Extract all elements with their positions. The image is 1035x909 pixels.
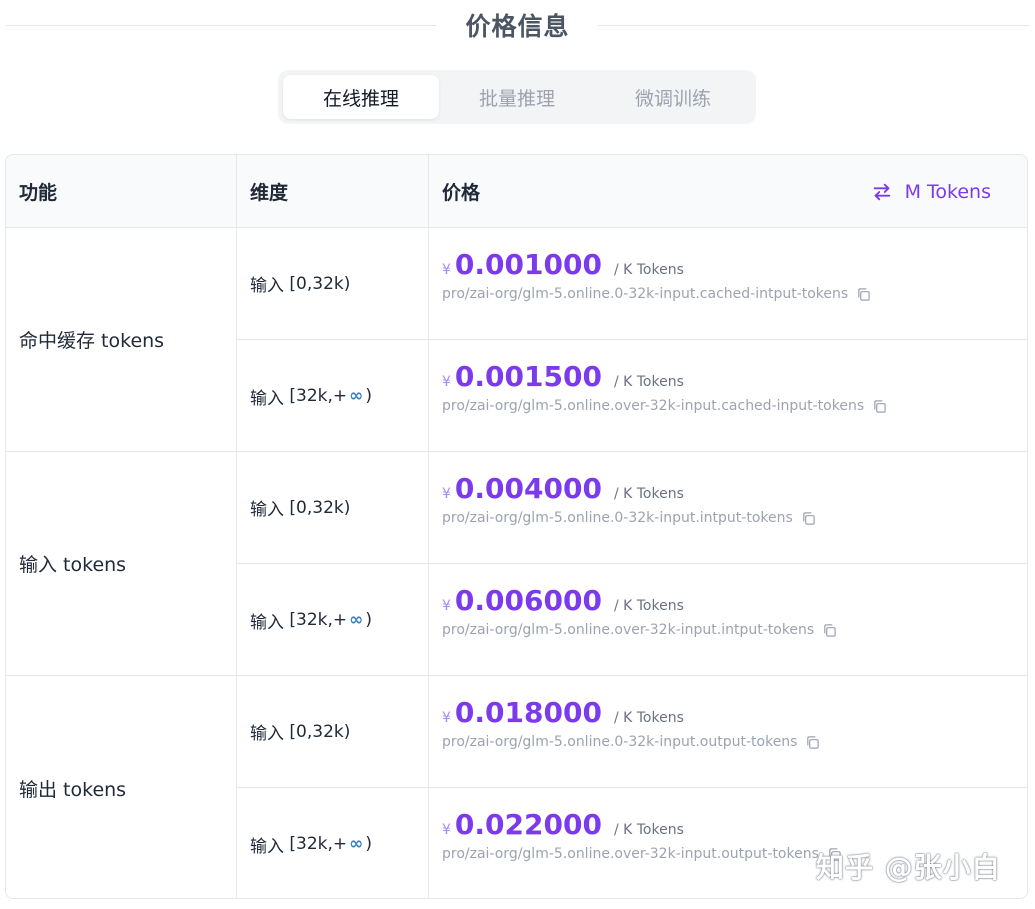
feature-cell: 输入 tokens [6, 452, 237, 675]
dimension-prefix: 输入 [250, 276, 284, 296]
tab-batch-inference[interactable]: 批量推理 [439, 75, 595, 119]
price-amount: 0.001500 [454, 360, 602, 393]
infinity-icon: ∞ [349, 386, 364, 406]
dimension-cell: 输入 [0,32k) [237, 452, 429, 563]
copy-icon[interactable] [856, 287, 871, 302]
currency-symbol: ¥ [442, 598, 451, 614]
header-dimension: 维度 [237, 155, 429, 228]
table-row-group-input: 输入 tokens 输入 [0,32k) ¥ 0.004000 / K Toke… [6, 452, 1027, 676]
infinity-icon: ∞ [349, 834, 364, 854]
copy-icon[interactable] [872, 399, 887, 414]
price-unit: / K Tokens [613, 822, 684, 838]
currency-symbol: ¥ [442, 710, 451, 726]
price-amount: 0.022000 [454, 808, 602, 841]
infinity-icon: ∞ [349, 610, 364, 630]
price-cell: ¥ 0.006000 / K Tokens pro/zai-org/glm-5.… [429, 564, 1027, 676]
pricing-table: 功能 维度 价格 M Tokens 命中缓存 tokens 输入 [0,32k) [5, 154, 1028, 899]
dimension-cell: 输入 [0,32k) [237, 228, 429, 339]
table-body: 命中缓存 tokens 输入 [0,32k) ¥ 0.001000 / K To… [6, 228, 1027, 898]
dimension-prefix: 输入 [250, 388, 284, 409]
copy-icon[interactable] [805, 735, 820, 750]
table-row: 输入 [0,32k) ¥ 0.001000 / K Tokens pro/zai… [237, 228, 1027, 340]
price-amount: 0.001000 [454, 248, 602, 281]
divider-left [6, 25, 436, 26]
currency-symbol: ¥ [442, 374, 451, 390]
currency-symbol: ¥ [442, 262, 451, 278]
tab-fine-tuning[interactable]: 微调训练 [595, 75, 751, 119]
copy-icon[interactable] [822, 623, 837, 638]
dimension-range: [0,32k) [289, 273, 351, 294]
unit-toggle-button[interactable]: M Tokens [871, 155, 991, 228]
header-price-label: 价格 [442, 182, 481, 204]
model-id: pro/zai-org/glm-5.online.0-32k-input.int… [442, 510, 793, 526]
model-id: pro/zai-org/glm-5.online.over-32k-input.… [442, 846, 819, 862]
dimension-prefix: 输入 [250, 724, 284, 744]
dimension-cell: 输入 [32k,+ ∞) [237, 564, 429, 676]
price-cell: ¥ 0.018000 / K Tokens pro/zai-org/glm-5.… [429, 676, 1027, 787]
model-id: pro/zai-org/glm-5.online.0-32k-input.out… [442, 734, 798, 750]
currency-symbol: ¥ [442, 486, 451, 502]
price-unit: / K Tokens [613, 374, 684, 390]
price-unit: / K Tokens [613, 598, 684, 614]
pricing-page: 价格信息 在线推理 批量推理 微调训练 功能 维度 价格 M Tokens 命中… [0, 0, 1035, 909]
dimension-cell: 输入 [32k,+ ∞) [237, 788, 429, 898]
section-title: 价格信息 [465, 12, 570, 41]
tab-online-inference[interactable]: 在线推理 [283, 75, 439, 119]
divider-right [598, 25, 1030, 26]
watermark: 知乎 @张小白 [816, 851, 1001, 884]
dimension-cell: 输入 [0,32k) [237, 676, 429, 787]
section-header: 价格信息 [0, 0, 1035, 52]
model-id: pro/zai-org/glm-5.online.over-32k-input.… [442, 622, 815, 638]
price-amount: 0.018000 [454, 696, 602, 729]
dimension-range: [0,32k) [289, 721, 351, 742]
price-cell: ¥ 0.001500 / K Tokens pro/zai-org/glm-5.… [429, 340, 1027, 452]
price-unit: / K Tokens [613, 710, 684, 726]
dimension-range: [32k,+ [289, 386, 348, 406]
price-cell: ¥ 0.001000 / K Tokens pro/zai-org/glm-5.… [429, 228, 1027, 339]
feature-cell: 输出 tokens [6, 676, 237, 898]
dimension-range-close: ) [365, 610, 372, 630]
dimension-range: [32k,+ [289, 610, 348, 630]
table-header: 功能 维度 价格 M Tokens [6, 155, 1027, 228]
dimension-prefix: 输入 [250, 836, 284, 857]
price-unit: / K Tokens [613, 262, 684, 278]
dimension-range-close: ) [365, 834, 372, 854]
price-amount: 0.006000 [454, 584, 602, 617]
dimension-prefix: 输入 [250, 612, 284, 633]
unit-toggle-label: M Tokens [904, 180, 991, 203]
dimension-cell: 输入 [32k,+ ∞) [237, 340, 429, 452]
table-row: 输入 [0,32k) ¥ 0.004000 / K Tokens pro/zai… [237, 452, 1027, 564]
price-cell: ¥ 0.004000 / K Tokens pro/zai-org/glm-5.… [429, 452, 1027, 563]
model-id: pro/zai-org/glm-5.online.0-32k-input.cac… [442, 286, 849, 302]
dimension-range: [0,32k) [289, 497, 351, 518]
inference-mode-tabs: 在线推理 批量推理 微调训练 [278, 70, 756, 124]
dimension-range: [32k,+ [289, 834, 348, 854]
swap-arrows-icon [873, 183, 890, 200]
copy-icon[interactable] [801, 511, 816, 526]
table-row: 输入 [32k,+ ∞) ¥ 0.006000 / K Tokens pro/za… [237, 564, 1027, 676]
dimension-prefix: 输入 [250, 500, 284, 520]
table-row: 输入 [0,32k) ¥ 0.018000 / K Tokens pro/zai… [237, 676, 1027, 788]
price-unit: / K Tokens [613, 486, 684, 502]
currency-symbol: ¥ [442, 822, 451, 838]
table-row: 输入 [32k,+ ∞) ¥ 0.001500 / K Tokens pro/za… [237, 340, 1027, 452]
model-id: pro/zai-org/glm-5.online.over-32k-input.… [442, 398, 865, 414]
dimension-range-close: ) [365, 386, 372, 406]
table-row-group-cached: 命中缓存 tokens 输入 [0,32k) ¥ 0.001000 / K To… [6, 228, 1027, 452]
header-feature: 功能 [6, 155, 237, 228]
feature-cell: 命中缓存 tokens [6, 228, 237, 451]
price-amount: 0.004000 [454, 472, 602, 505]
